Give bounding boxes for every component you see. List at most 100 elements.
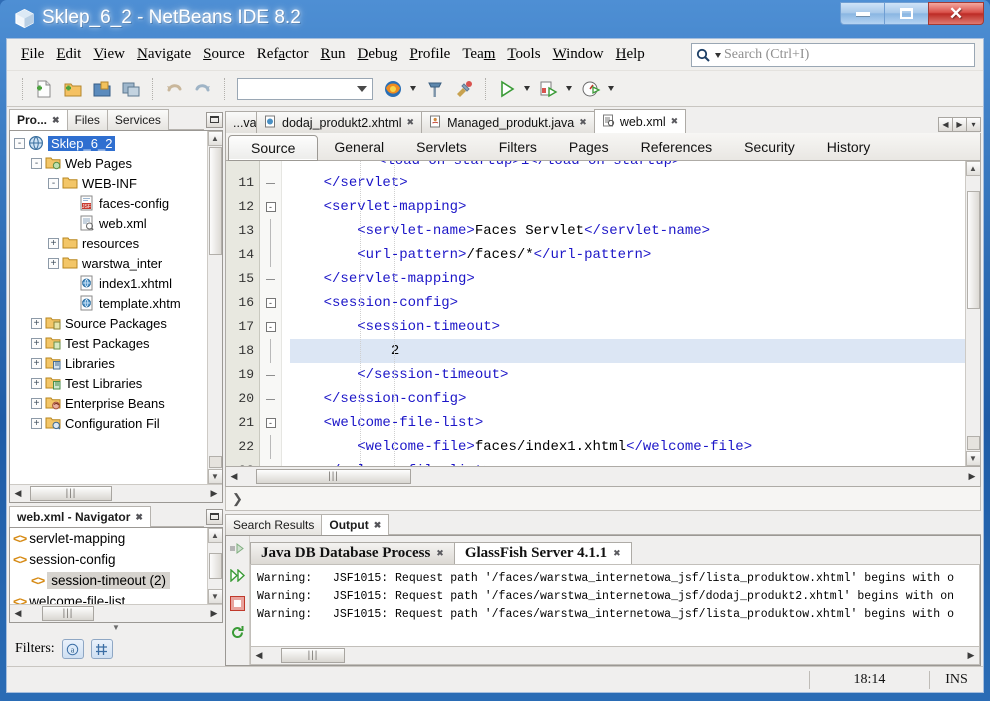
scroll-down-icon[interactable]: ▼: [207, 589, 222, 604]
menu-profile[interactable]: Profile: [403, 43, 456, 66]
tree-item[interactable]: web.xml: [10, 213, 207, 233]
code-text[interactable]: <load-on-startup>1</load-on-startup> </s…: [282, 161, 965, 466]
tab-history[interactable]: History: [811, 135, 887, 159]
project-tree-hscrollbar[interactable]: ◀ ||| ▶: [10, 484, 222, 502]
tab-services[interactable]: Services: [106, 109, 169, 130]
output-rerun-fast-icon[interactable]: [229, 568, 246, 587]
scroll-right-icon[interactable]: ▶: [964, 469, 980, 485]
expand-icon[interactable]: +: [31, 417, 42, 429]
fold-marker[interactable]: -: [260, 291, 281, 315]
code-line[interactable]: <welcome-file-list>: [290, 411, 965, 435]
close-button[interactable]: ✕: [928, 2, 984, 25]
tab-search-results[interactable]: Search Results: [225, 514, 323, 535]
menu-run[interactable]: Run: [314, 43, 351, 66]
menu-edit[interactable]: Edit: [50, 43, 87, 66]
expand-icon[interactable]: +: [31, 377, 42, 389]
code-line[interactable]: <session-timeout>: [290, 315, 965, 339]
navigator-item[interactable]: <> session-timeout (2): [10, 570, 207, 591]
editor-tab-truncated[interactable]: ...va: [225, 111, 257, 133]
scroll-down-icon[interactable]: ▼: [965, 451, 980, 466]
code-folding-gutter[interactable]: - - - -: [260, 161, 282, 466]
run-dropdown-icon[interactable]: [524, 86, 530, 91]
editor-tab-dodaj-produkt2[interactable]: dodaj_produkt2.xhtml ✖: [256, 111, 423, 133]
scroll-thumb[interactable]: |||: [42, 606, 94, 621]
output-hscrollbar[interactable]: ◀ ||| ▶: [250, 647, 980, 665]
clean-build-icon[interactable]: [451, 76, 477, 102]
code-line[interactable]: </session-timeout>: [290, 363, 965, 387]
minimize-window-button[interactable]: [206, 111, 223, 128]
browser-firefox-icon[interactable]: [380, 76, 406, 102]
navigator-vscrollbar[interactable]: ▲ ▼: [207, 528, 222, 604]
code-line[interactable]: <url-pattern>/faces/*</url-pattern>: [290, 243, 965, 267]
collapse-icon[interactable]: -: [14, 137, 25, 149]
expand-icon[interactable]: +: [31, 317, 42, 329]
tree-item[interactable]: + Test Libraries: [10, 373, 207, 393]
close-icon[interactable]: ✖: [52, 115, 60, 126]
scroll-left-icon[interactable]: ◀: [10, 606, 26, 622]
scroll-left-icon[interactable]: ◀: [938, 117, 953, 132]
tab-navigator[interactable]: web.xml - Navigator ✖: [9, 506, 151, 527]
menu-debug[interactable]: Debug: [351, 43, 403, 66]
fold-marker[interactable]: -: [260, 195, 281, 219]
navigator-list[interactable]: <> servlet-mapping <> session-config <> sessi…: [10, 528, 222, 604]
scroll-thumb[interactable]: |||: [256, 469, 411, 484]
menu-tools[interactable]: Tools: [501, 43, 546, 66]
scroll-thumb[interactable]: [208, 147, 222, 255]
output-log[interactable]: Warning: JSF1015: Request path '/faces/w…: [250, 564, 980, 647]
menu-source[interactable]: Source: [197, 43, 251, 66]
output-rerun-icon[interactable]: [229, 542, 246, 560]
scroll-thumb[interactable]: [966, 191, 980, 309]
menu-help[interactable]: Help: [610, 43, 651, 66]
collapse-fold-icon[interactable]: -: [265, 418, 276, 428]
scroll-thumb[interactable]: |||: [281, 648, 345, 663]
tree-item[interactable]: - WEB-INF: [10, 173, 207, 193]
scroll-left-icon[interactable]: ◀: [10, 486, 26, 502]
breadcrumb-expand-icon[interactable]: ❯: [232, 491, 243, 507]
close-icon[interactable]: ✖: [613, 548, 621, 559]
expand-icon[interactable]: +: [31, 337, 42, 349]
tree-item[interactable]: + Libraries: [10, 353, 207, 373]
new-file-icon[interactable]: [31, 76, 57, 102]
code-line[interactable]: <servlet-name>Faces Servlet</servlet-nam…: [290, 219, 965, 243]
close-icon[interactable]: ✖: [407, 117, 415, 128]
tab-projects[interactable]: Pro... ✖: [9, 109, 68, 130]
tab-glassfish-server[interactable]: GlassFish Server 4.1.1 ✖: [453, 542, 632, 564]
run-project-icon[interactable]: [494, 76, 520, 102]
code-line[interactable]: </servlet-mapping>: [290, 267, 965, 291]
new-project-icon[interactable]: [60, 76, 86, 102]
minimize-window-button[interactable]: [206, 508, 223, 525]
search-input[interactable]: Search (Ctrl+I): [724, 47, 809, 63]
menu-file[interactable]: File: [15, 43, 50, 66]
scroll-grip[interactable]: [966, 436, 980, 450]
tree-item[interactable]: - Web Pages: [10, 153, 207, 173]
fold-marker[interactable]: -: [260, 315, 281, 339]
tab-java-db-process[interactable]: Java DB Database Process ✖: [250, 542, 455, 564]
scroll-thumb[interactable]: |||: [30, 486, 112, 501]
tree-item[interactable]: + Test Packages: [10, 333, 207, 353]
fold-marker[interactable]: -: [260, 411, 281, 435]
editor-vscrollbar[interactable]: ▲ ▼: [965, 161, 980, 466]
navigator-item[interactable]: <> welcome-file-list: [10, 591, 207, 604]
scroll-left-icon[interactable]: ◀: [251, 648, 267, 664]
tab-pages[interactable]: Pages: [553, 135, 625, 159]
close-icon[interactable]: ✖: [374, 520, 382, 531]
redo-icon[interactable]: [190, 76, 216, 102]
save-all-icon[interactable]: [118, 76, 144, 102]
code-line[interactable]: <servlet-mapping>: [290, 195, 965, 219]
expand-icon[interactable]: +: [48, 257, 59, 269]
maximize-button[interactable]: [884, 2, 929, 25]
tab-general[interactable]: General: [318, 135, 400, 159]
scroll-up-icon[interactable]: ▲: [207, 131, 222, 146]
scroll-left-icon[interactable]: ◀: [226, 469, 242, 485]
search-dropdown-icon[interactable]: [715, 52, 721, 58]
menu-team[interactable]: Team: [456, 43, 501, 66]
close-icon[interactable]: ✖: [579, 117, 587, 128]
search-box[interactable]: Search (Ctrl+I): [691, 43, 975, 67]
project-tree[interactable]: - Sklep_6_2- Web Pages - WEB-INF JSF faces-con…: [10, 131, 222, 484]
expand-icon[interactable]: +: [31, 357, 42, 369]
project-tree-vscrollbar[interactable]: ▲ ▼: [207, 131, 222, 484]
code-line[interactable]: </welcome-file-list>: [290, 459, 965, 466]
expand-icon[interactable]: +: [31, 397, 42, 409]
build-project-icon[interactable]: [422, 76, 448, 102]
code-line[interactable]: </servlet>: [290, 171, 965, 195]
